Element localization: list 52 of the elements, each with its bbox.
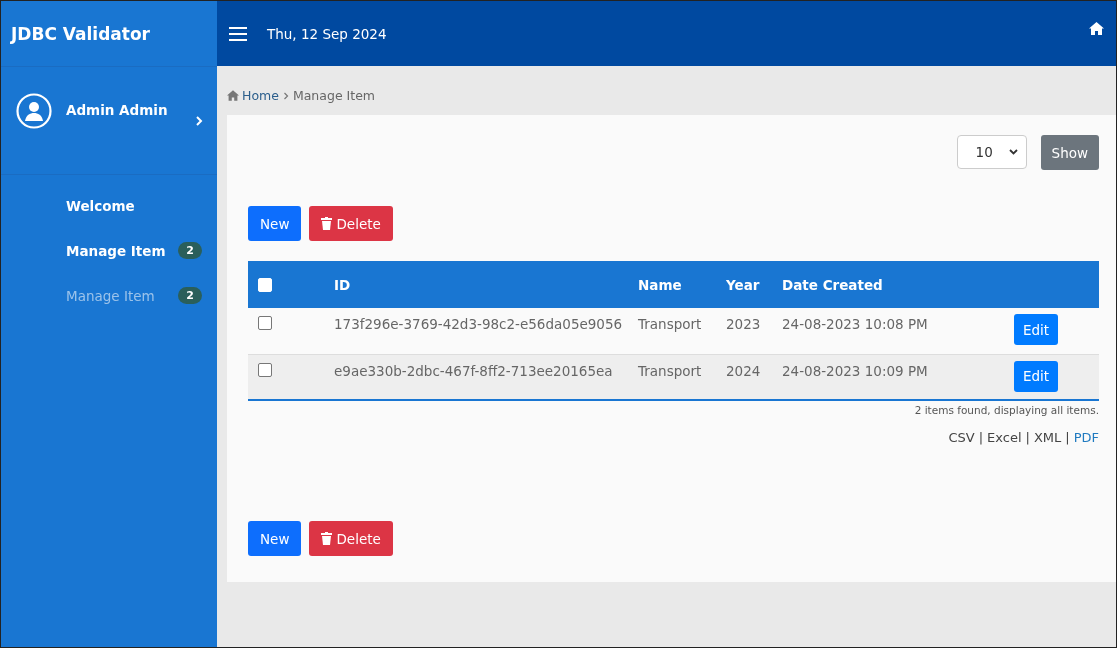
- page-size-select[interactable]: 10: [956, 135, 1027, 169]
- trash-icon: [321, 217, 333, 230]
- delete-button[interactable]: Delete: [309, 206, 393, 241]
- nav-item[interactable]: Manage Item 2: [1, 228, 217, 273]
- nav-label: Welcome: [66, 197, 136, 214]
- table-cell: 173f296e-3769-42d3-98c2-e56da05e9056: [334, 316, 623, 332]
- edit-button[interactable]: Edit: [1014, 314, 1059, 345]
- nav-label: Manage Item: [66, 242, 167, 259]
- export-link[interactable]: PDF: [1073, 430, 1099, 445]
- table-cell: 24-08-2023 10:09 PM: [782, 362, 928, 379]
- column-header: Name: [637, 261, 725, 308]
- export-link[interactable]: CSV: [948, 430, 975, 445]
- new-button[interactable]: New: [248, 521, 302, 556]
- column-header: ID: [333, 261, 637, 308]
- table-cell: 2024: [726, 362, 761, 379]
- table-cell: 24-08-2023 10:08 PM: [782, 316, 928, 332]
- export-link[interactable]: XML: [1033, 430, 1062, 445]
- delete-button[interactable]: Delete: [309, 521, 393, 556]
- table-cell: e9ae330b-2dbc-467f-8ff2-713ee20165ea: [334, 362, 613, 379]
- chevron-right-icon[interactable]: [195, 115, 203, 127]
- row-checkbox[interactable]: [258, 316, 272, 330]
- caret-icon: [1008, 149, 1018, 155]
- user-avatar-icon: [16, 93, 52, 129]
- menu-icon[interactable]: [229, 26, 247, 41]
- show-button[interactable]: Show: [1040, 135, 1099, 170]
- trash-icon: [321, 532, 333, 545]
- link-separator: |: [1065, 430, 1070, 445]
- current-date: Thu, 12 Sep 2024: [267, 25, 388, 42]
- nav-item[interactable]: Welcome: [1, 183, 217, 228]
- row-checkbox[interactable]: [258, 362, 272, 377]
- breadcrumb-current: Manage Item: [292, 88, 375, 103]
- user-name: Admin Admin: [66, 102, 168, 118]
- table-cell: Transport: [638, 316, 702, 332]
- chevron-right-icon: [282, 91, 289, 100]
- link-separator: |: [1025, 430, 1030, 445]
- home-icon: [227, 90, 239, 101]
- count-badge: 2: [178, 287, 202, 304]
- result-summary: 2 items found, displaying all items.: [914, 404, 1099, 416]
- link-separator: |: [978, 430, 984, 445]
- breadcrumb-link[interactable]: Home: [227, 88, 279, 103]
- home-icon[interactable]: [1089, 22, 1104, 35]
- column-header: Year: [725, 261, 781, 308]
- nav-label: Manage Item: [66, 287, 156, 304]
- column-header: Date Created: [781, 261, 1013, 308]
- new-button[interactable]: New: [248, 206, 302, 241]
- count-badge: 2: [178, 242, 202, 259]
- select-all-checkbox[interactable]: [258, 277, 272, 292]
- table-cell: Transport: [638, 362, 702, 379]
- edit-button[interactable]: Edit: [1014, 360, 1059, 392]
- nav-item[interactable]: Manage Item 2: [1, 273, 217, 318]
- table-cell: 2023: [726, 316, 761, 332]
- export-link[interactable]: Excel: [987, 430, 1022, 445]
